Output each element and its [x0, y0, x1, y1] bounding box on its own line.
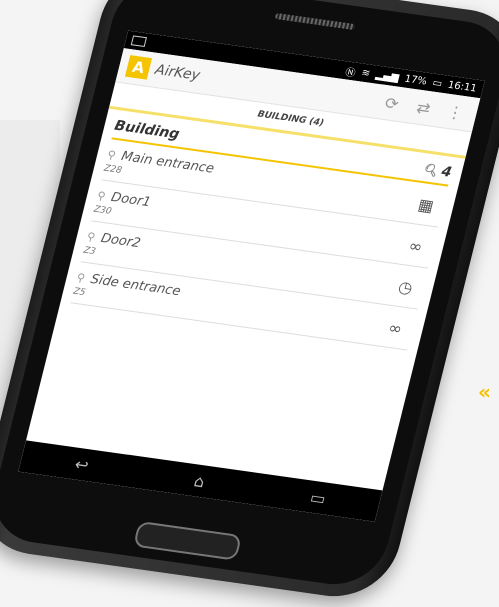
clock-icon: ◷: [396, 276, 415, 298]
sync-icon[interactable]: ⟳: [377, 92, 407, 114]
nfc-icon: Ⓝ: [344, 66, 357, 79]
swap-icon[interactable]: ⇄: [409, 96, 439, 118]
key-icon: ⚲: [105, 148, 118, 162]
more-icon[interactable]: ⋮: [440, 101, 470, 123]
key-icon: ⚲: [95, 189, 107, 203]
phone-device: Ⓝ ≋ ▂▄▆ 17% ▭ 16:11 A AirKey ⟳ ⇄ ⋮ BUILD…: [0, 0, 499, 604]
battery-text: 17%: [403, 73, 429, 88]
key-icon: ⚲: [75, 271, 87, 285]
chevron-left-icon: «: [478, 380, 491, 404]
infinity-icon: ∞: [386, 317, 405, 339]
signal-icon: ▂▄▆: [374, 69, 401, 84]
app-title: AirKey: [153, 61, 202, 84]
key-icon: ⚲: [85, 230, 97, 244]
wifi-icon: ≋: [360, 67, 372, 80]
home-icon[interactable]: ⌂: [192, 471, 207, 491]
battery-icon: ▭: [431, 77, 444, 90]
image-icon: [130, 35, 148, 48]
clock-time: 16:11: [446, 79, 478, 95]
recents-icon[interactable]: ▭: [308, 487, 328, 508]
section-count: 4: [439, 163, 454, 181]
tab-label: BUILDING (4): [256, 109, 325, 129]
infinity-icon: ∞: [406, 236, 425, 257]
app-logo: A: [124, 55, 153, 80]
calendar-icon: ▦: [416, 194, 436, 216]
back-icon[interactable]: ↩: [73, 454, 91, 474]
section-title: Building: [112, 117, 182, 143]
key-icon: 🔍︎: [421, 162, 440, 178]
